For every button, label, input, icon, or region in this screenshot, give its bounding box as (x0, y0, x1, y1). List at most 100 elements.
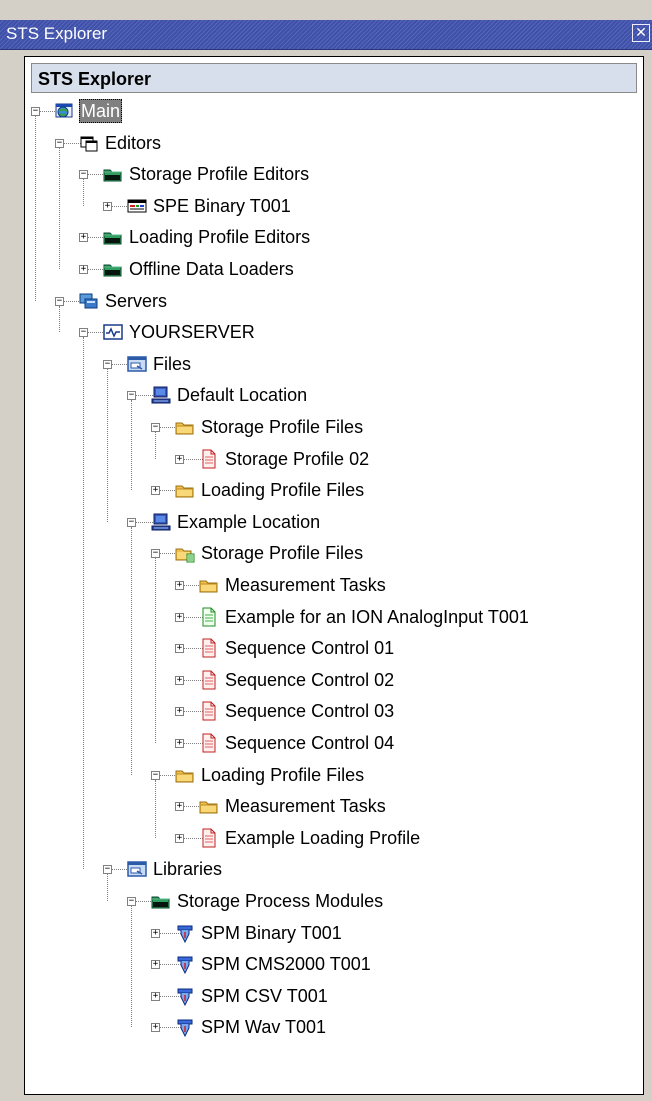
expand-toggle[interactable]: + (151, 928, 160, 938)
collapse-toggle[interactable]: − (55, 296, 64, 306)
expand-toggle[interactable]: + (175, 612, 184, 622)
tree-node[interactable]: Storage Profile Files (175, 414, 365, 440)
tree-node[interactable]: Default Location (151, 382, 309, 408)
tree-node-label: Storage Profile 02 (225, 448, 370, 469)
expand-toggle[interactable]: + (175, 644, 184, 654)
tree-node[interactable]: Editors (79, 130, 163, 156)
expand-toggle[interactable]: + (151, 960, 160, 970)
tree-node-label: Storage Profile Editors (129, 164, 310, 185)
expand-toggle[interactable]: + (79, 265, 88, 274)
expand-toggle[interactable]: + (79, 233, 88, 243)
tree-node[interactable]: Measurement Tasks (199, 793, 388, 819)
editors-icon (79, 133, 99, 153)
tree-node[interactable]: Main (55, 98, 123, 124)
expand-toggle[interactable]: + (175, 581, 184, 590)
tree-node-label: Example Location (177, 511, 321, 532)
tree-node[interactable]: Storage Profile Files (175, 540, 365, 566)
title-bar[interactable]: STS Explorer ✕ (0, 20, 652, 50)
globe-window-icon (55, 101, 75, 121)
tree-node-label: Loading Profile Files (201, 764, 365, 785)
tree-node[interactable]: SPM CSV T001 (175, 983, 330, 1009)
tree-node-label: Example Loading Profile (225, 827, 421, 848)
tree-node-label: Default Location (177, 385, 308, 406)
collapse-toggle[interactable]: − (79, 328, 88, 338)
collapse-toggle[interactable]: − (127, 391, 136, 401)
expand-toggle[interactable]: + (175, 454, 184, 464)
tree-node[interactable]: Servers (79, 288, 169, 314)
tree-node[interactable]: Loading Profile Editors (103, 224, 312, 250)
tree-node[interactable]: Offline Data Loaders (103, 256, 296, 282)
document-red-icon (199, 638, 219, 658)
tree-node[interactable]: Measurement Tasks (199, 572, 388, 598)
folder-green-icon (103, 164, 123, 184)
tree-guide-line (107, 874, 108, 901)
tree-node[interactable]: Example Loading Profile (199, 825, 422, 851)
folder-yellow-icon (199, 575, 219, 595)
tree-node[interactable]: Example for an ION AnalogInput T001 (199, 604, 531, 630)
tree-node-label: Servers (105, 290, 168, 311)
tree-guide-line (35, 116, 36, 301)
folder-green-icon (103, 227, 123, 247)
tree-node-label: Storage Profile Files (201, 417, 364, 437)
collapse-toggle[interactable]: − (151, 549, 160, 559)
folder-green-icon (151, 891, 171, 911)
tree-guide-line (83, 337, 84, 870)
collapse-toggle[interactable]: − (151, 770, 160, 780)
tree-node-label: Example for an ION AnalogInput T001 (225, 606, 529, 627)
document-green-icon (199, 607, 219, 627)
close-icon: ✕ (635, 24, 647, 40)
tree-node[interactable]: Storage Process Modules (151, 888, 385, 914)
collapse-toggle[interactable]: − (31, 107, 40, 116)
folder-yellow-icon (175, 480, 195, 500)
tree-node-label: Sequence Control 03 (225, 701, 395, 722)
tree-node[interactable]: SPM Binary T001 (175, 920, 344, 946)
expand-toggle[interactable]: + (151, 1023, 160, 1033)
tree-node[interactable]: Sequence Control 01 (199, 635, 396, 661)
tree-node[interactable]: SPM CMS2000 T001 (175, 951, 373, 977)
tree-node-label: Files (153, 353, 192, 374)
tree-node-label: Sequence Control 04 (225, 733, 395, 753)
tree-node-label: SPM CMS2000 T001 (201, 954, 371, 975)
collapse-toggle[interactable]: − (151, 423, 160, 432)
server-signal-icon (103, 322, 123, 342)
tree-node[interactable]: Loading Profile Files (175, 477, 366, 503)
expand-toggle[interactable]: + (175, 675, 184, 685)
expand-toggle[interactable]: + (175, 802, 184, 812)
tree-node-label: Sequence Control 02 (225, 669, 395, 690)
tree-guide-line (155, 779, 156, 838)
expand-toggle[interactable]: + (175, 739, 184, 748)
collapse-toggle[interactable]: − (127, 897, 136, 906)
tree-node[interactable]: Sequence Control 02 (199, 667, 396, 693)
document-red-icon (199, 449, 219, 469)
tree-node-label: SPM Wav T001 (201, 1017, 327, 1038)
tree-node[interactable]: SPE Binary T001 (127, 193, 293, 219)
collapse-toggle[interactable]: − (79, 170, 88, 180)
expand-toggle[interactable]: + (103, 201, 112, 211)
tree-node-label: YOURSERVER (129, 322, 255, 343)
tree-node[interactable]: Storage Profile 02 (199, 446, 371, 472)
spm-module-icon (175, 954, 195, 975)
tree-node[interactable]: Sequence Control 03 (199, 698, 396, 724)
collapse-toggle[interactable]: − (55, 138, 64, 148)
close-button[interactable]: ✕ (632, 24, 650, 42)
expand-toggle[interactable]: + (175, 833, 184, 843)
tree-node[interactable]: Files (127, 351, 193, 377)
tree-node[interactable]: Storage Profile Editors (103, 161, 311, 187)
tree-node[interactable]: SPM Wav T001 (175, 1014, 328, 1040)
collapse-toggle[interactable]: − (127, 517, 136, 527)
expand-toggle[interactable]: + (175, 707, 184, 717)
document-red-icon (199, 670, 219, 690)
collapse-toggle[interactable]: − (103, 359, 112, 369)
tree-node[interactable]: Example Location (151, 509, 322, 535)
collapse-toggle[interactable]: − (103, 865, 112, 875)
tree-node[interactable]: Libraries (127, 856, 224, 882)
spm-module-icon (175, 986, 195, 1006)
expand-toggle[interactable]: + (151, 486, 160, 496)
explorer-tree[interactable]: − Main − Editors − Storage Profile Editors + SP… (25, 57, 643, 1094)
tree-node[interactable]: Loading Profile Files (175, 762, 366, 788)
expand-toggle[interactable]: + (151, 991, 160, 1001)
tree-node-label: Offline Data Loaders (129, 259, 294, 279)
tree-node-label: Libraries (153, 859, 223, 880)
tree-node[interactable]: YOURSERVER (103, 319, 257, 345)
tree-node[interactable]: Sequence Control 04 (199, 730, 396, 756)
